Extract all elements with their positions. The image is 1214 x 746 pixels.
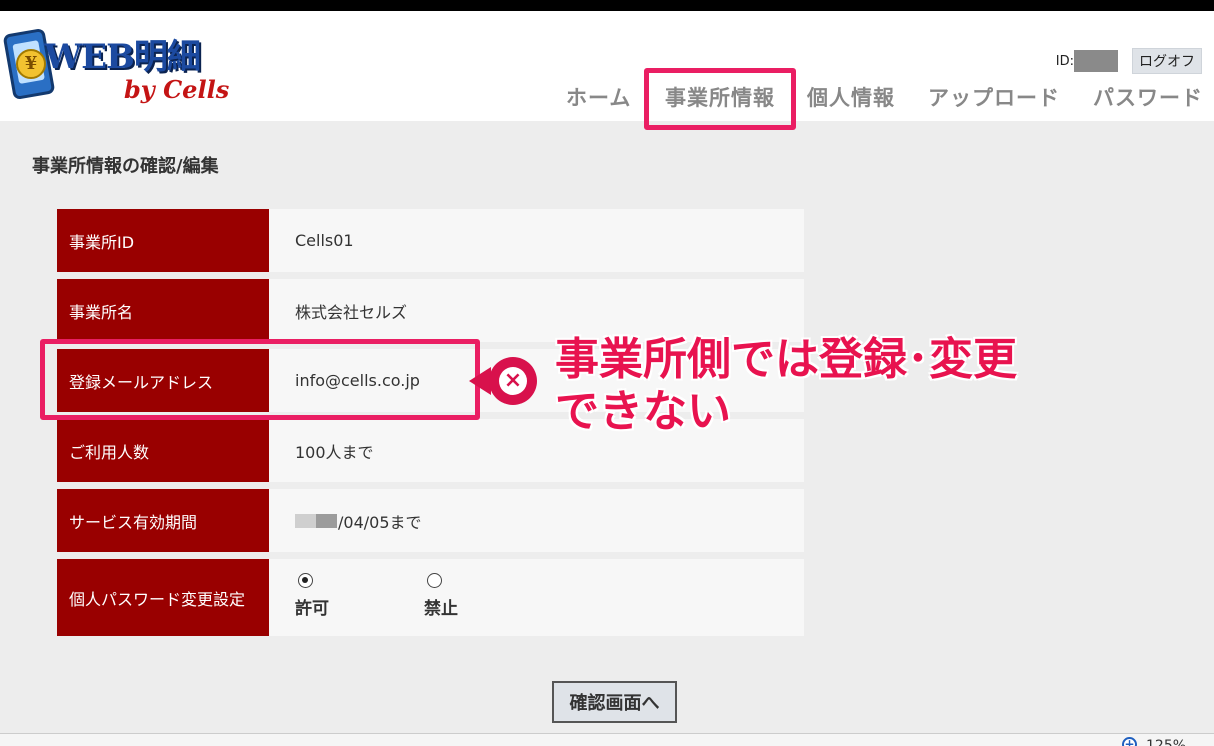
date-year-masked (295, 513, 337, 528)
zoom-level: 125% (1146, 738, 1187, 746)
radio-allow[interactable]: 許可 (295, 573, 329, 619)
yen-coin-icon: ¥ (16, 49, 46, 79)
nav-item-password[interactable]: パスワード (1093, 82, 1203, 112)
callout-bubble: × (469, 357, 541, 405)
row-value: 株式会社セルズ (269, 279, 804, 342)
annotation-text: 事業所側では登録･変更 できない (555, 334, 1017, 438)
email-row-highlight (40, 339, 480, 420)
row-label: ご利用人数 (57, 419, 269, 482)
callout-circle: × (489, 357, 537, 405)
form-row-office-id: 事業所ID Cells01 (57, 209, 804, 272)
page-title: 事業所情報の確認/編集 (32, 156, 219, 177)
logout-button[interactable]: ログオフ (1132, 48, 1202, 74)
row-label: 事業所ID (57, 209, 269, 272)
nav-item-upload[interactable]: アップロード (928, 82, 1060, 112)
nav-item-personal-info[interactable]: 個人情報 (807, 82, 895, 112)
logo-main-text: WEB明細 (44, 37, 201, 77)
radio-deny[interactable]: 禁止 (424, 573, 458, 619)
status-bar (0, 733, 1214, 746)
radio-deny-button[interactable] (427, 573, 442, 588)
row-value: Cells01 (269, 209, 804, 272)
row-value: /04/05まで (269, 489, 804, 552)
nav-item-home[interactable]: ホーム (566, 82, 631, 112)
annotation-line-1: 事業所側では登録･変更 (555, 334, 1017, 385)
row-label: 個人パスワード変更設定 (57, 559, 269, 636)
row-label: 事業所名 (57, 279, 269, 342)
annotation-line-2: できない (555, 386, 731, 437)
cross-icon: × (499, 367, 527, 395)
zoom-icon[interactable]: + (1122, 737, 1137, 746)
user-id-masked (1074, 50, 1118, 72)
radio-allow-button[interactable] (298, 573, 313, 588)
user-area: ID: ログオフ (1056, 48, 1202, 74)
main-nav: ホーム 事業所情報 個人情報 アップロード パスワード (0, 82, 1214, 116)
form-row-service-period: サービス有効期間 /04/05まで (57, 489, 804, 552)
active-nav-highlight (644, 68, 796, 130)
radio-deny-label[interactable]: 禁止 (424, 594, 458, 619)
radio-allow-label[interactable]: 許可 (295, 594, 329, 619)
row-value: 許可 禁止 (269, 559, 804, 636)
callout-arrow (469, 367, 491, 395)
row-label: サービス有効期間 (57, 489, 269, 552)
top-window-strip (0, 0, 1214, 11)
confirm-button[interactable]: 確認画面へ (552, 681, 677, 723)
form-row-password-setting: 個人パスワード変更設定 許可 禁止 (57, 559, 804, 636)
form-row-office-name: 事業所名 株式会社セルズ (57, 279, 804, 342)
user-id-label: ID: (1055, 53, 1074, 69)
service-period-value: /04/05まで (338, 512, 422, 532)
